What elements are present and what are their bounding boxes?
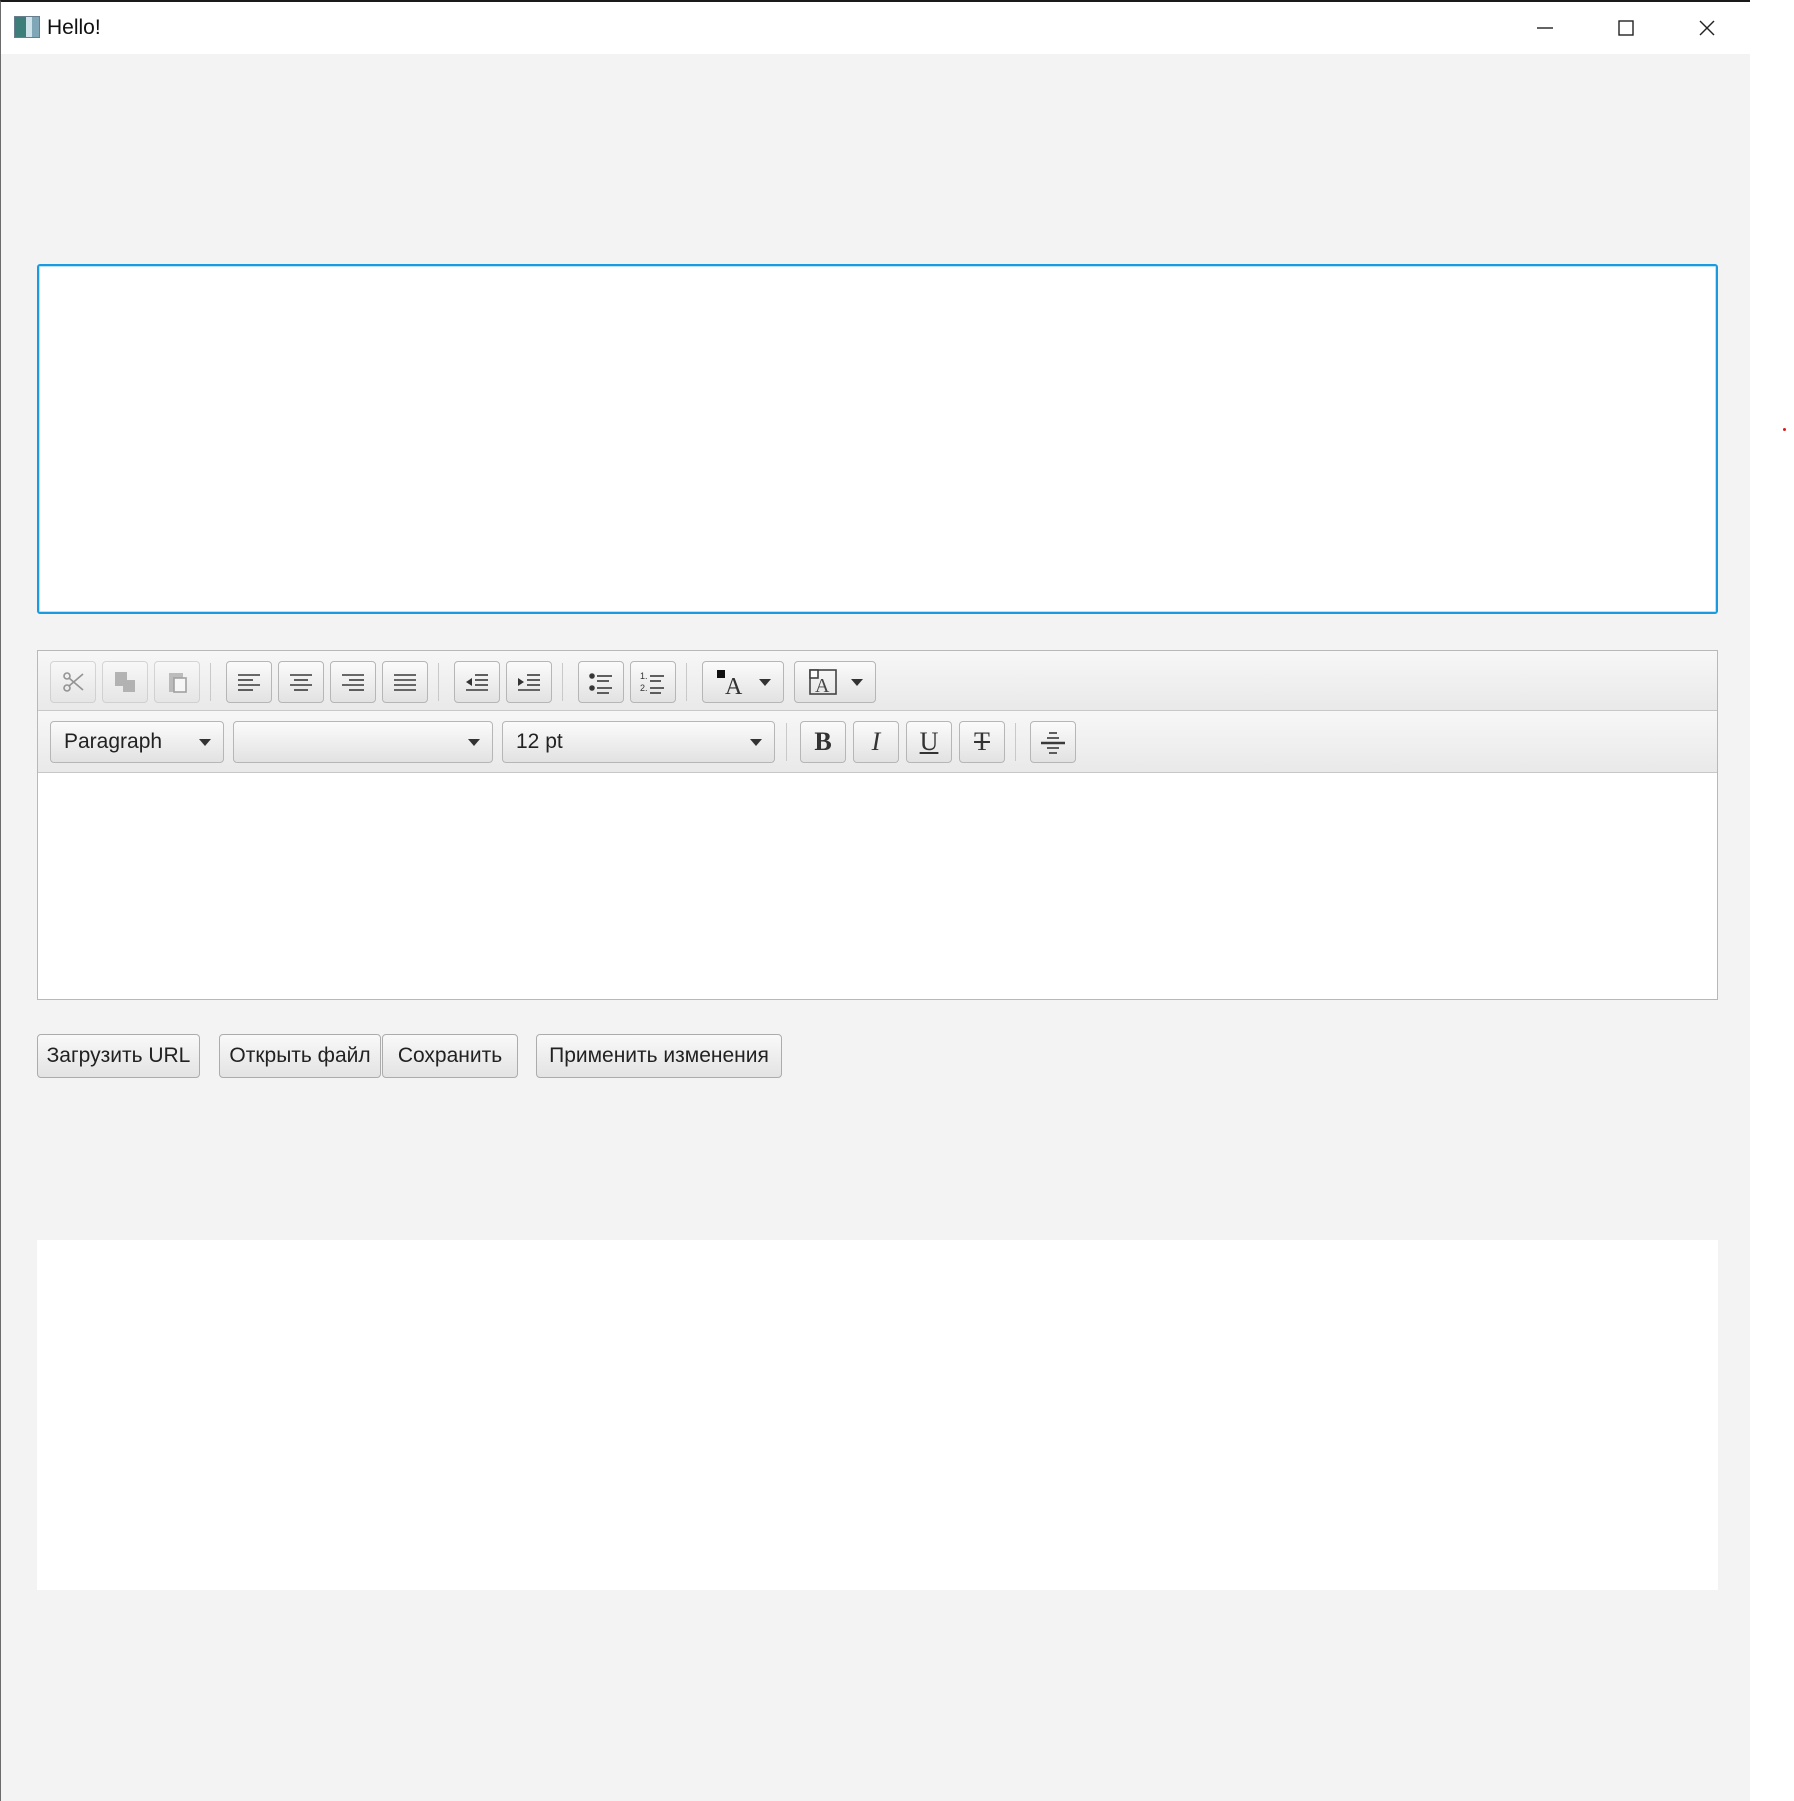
horizontal-rule-icon [1041,732,1065,754]
cut-button[interactable] [50,661,96,703]
maximize-button[interactable] [1586,2,1666,54]
font-family-select[interactable] [233,721,493,763]
window-title: Hello! [47,16,101,39]
bullets-button[interactable] [578,661,624,703]
paragraph-format-value: Paragraph [64,730,163,753]
editor-content-area[interactable] [38,773,1717,999]
align-right-button[interactable] [330,661,376,703]
align-justify-button[interactable] [382,661,428,703]
apply-changes-button[interactable]: Применить изменения [536,1034,782,1078]
close-button[interactable] [1667,2,1747,54]
font-size-select[interactable]: 12 pt [502,721,775,763]
cut-icon [63,672,84,692]
toolbar-separator [786,723,787,761]
numbers-icon: 1.2. [640,671,664,694]
align-right-icon [342,674,364,691]
bullets-icon [589,673,612,694]
numbers-button[interactable]: 1. 2. [630,661,676,703]
svg-text:1.: 1. [640,671,648,681]
strikethrough-button[interactable]: T [959,721,1005,763]
app-icon [14,16,40,38]
paragraph-format-select[interactable]: Paragraph [50,721,224,763]
align-center-button[interactable] [278,661,324,703]
underline-icon: U [919,727,939,756]
align-center-icon [290,674,312,691]
toolbar-separator [210,663,211,701]
paste-button[interactable] [154,661,200,703]
chevron-down-icon [750,739,762,746]
indent-button[interactable] [506,661,552,703]
font-size-value: 12 pt [516,730,563,753]
stray-marker [1783,428,1786,431]
minimize-button[interactable] [1505,2,1585,54]
editor-toolbar-bottom: Paragraph 12 pt B I U T [38,711,1717,773]
text-area[interactable] [37,264,1718,614]
open-file-button[interactable]: Открыть файл [219,1034,381,1078]
html-editor: 1. 2. A A Paragraph 12 pt B I U T [37,650,1718,1000]
background-color-button[interactable]: A [794,661,876,703]
align-left-icon [238,674,260,691]
svg-text:A: A [725,674,743,697]
chevron-down-icon [468,739,480,746]
align-justify-icon [394,674,416,691]
outdent-icon [466,674,488,691]
copy-button[interactable] [102,661,148,703]
italic-button[interactable]: I [853,721,899,763]
close-icon [1699,20,1715,36]
toolbar-separator [686,663,687,701]
toolbar-separator [562,663,563,701]
strikethrough-icon: T [974,727,990,756]
toolbar-separator [438,663,439,701]
bold-icon: B [814,727,832,756]
svg-text:A: A [815,675,830,697]
title-bar[interactable]: Hello! [1,2,1750,54]
text-color-icon: A [717,670,743,697]
maximize-icon [1618,20,1634,36]
minimize-icon [1537,27,1553,29]
align-left-button[interactable] [226,661,272,703]
copy-icon [115,672,135,692]
chevron-down-icon [759,679,771,686]
toolbar-separator [1015,723,1016,761]
chevron-down-icon [851,679,863,686]
text-color-button[interactable]: A [702,661,784,703]
paste-icon [169,673,187,693]
background-color-icon: A [809,669,837,697]
web-view[interactable] [37,1240,1718,1590]
svg-text:2.: 2. [640,683,648,693]
editor-toolbar-top: 1. 2. A A [38,651,1717,711]
italic-icon: I [871,727,881,756]
outdent-button[interactable] [454,661,500,703]
indent-icon [518,674,540,691]
bold-button[interactable]: B [800,721,846,763]
underline-button[interactable]: U [906,721,952,763]
load-url-button[interactable]: Загрузить URL [37,1034,200,1078]
save-button[interactable]: Сохранить [382,1034,518,1078]
horizontal-rule-button[interactable] [1030,721,1076,763]
chevron-down-icon [199,739,211,746]
app-window: Hello! 1. 2. A A Paragraph 12 pt B I U T… [0,0,1750,1801]
